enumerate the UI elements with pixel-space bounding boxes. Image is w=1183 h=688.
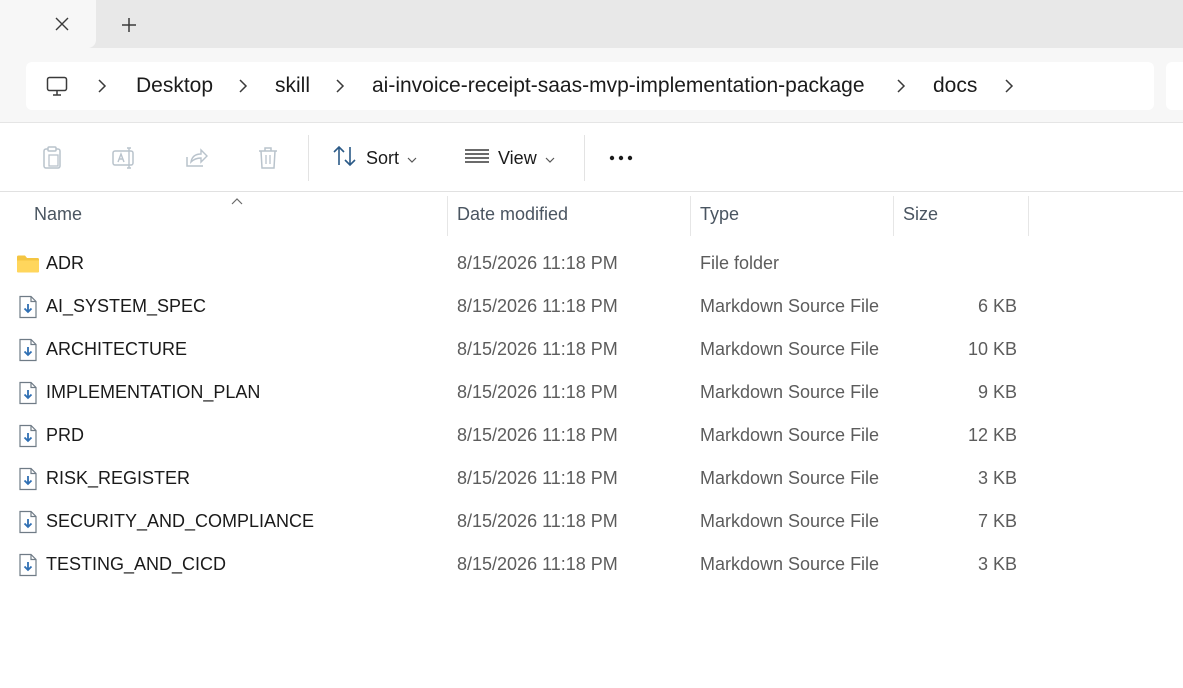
chevron-down-icon <box>407 148 417 169</box>
file-type: Markdown Source File <box>700 382 880 402</box>
file-date: 8/15/2026 11:18 PM <box>457 468 618 488</box>
file-type: Markdown Source File <box>700 339 880 359</box>
file-date: 8/15/2026 11:18 PM <box>457 425 618 445</box>
file-name: IMPLEMENTATION_PLAN <box>46 382 261 402</box>
chevron-right-icon[interactable] <box>235 78 251 94</box>
sort-button[interactable]: Sort <box>332 141 417 175</box>
chevron-right-icon[interactable] <box>1001 78 1017 94</box>
file-type: Markdown Source File <box>700 296 880 316</box>
close-icon[interactable] <box>50 12 74 36</box>
file-date: 8/15/2026 11:18 PM <box>457 554 618 574</box>
column-header-type[interactable]: Type <box>700 192 739 236</box>
file-type: File folder <box>700 253 780 273</box>
list-item[interactable]: RISK_REGISTER 8/15/2026 11:18 PM Markdow… <box>0 457 1183 500</box>
folder-icon <box>16 252 40 276</box>
file-name: PRD <box>46 425 85 445</box>
column-divider[interactable] <box>447 196 448 236</box>
list-item[interactable]: AI_SYSTEM_SPEC 8/15/2026 11:18 PM Markdo… <box>0 285 1183 328</box>
address-area: Desktop skill ai-invoice-receipt-saas-mv… <box>0 48 1183 123</box>
file-name: TESTING_AND_CICD <box>46 554 227 574</box>
sort-icon <box>332 145 358 172</box>
plus-icon[interactable] <box>116 12 142 38</box>
list-item[interactable]: TESTING_AND_CICD 8/15/2026 11:18 PM Mark… <box>0 543 1183 586</box>
file-size <box>903 242 1017 285</box>
view-button[interactable]: View <box>464 141 555 175</box>
more-icon[interactable] <box>608 145 634 171</box>
file-date: 8/15/2026 11:18 PM <box>457 382 618 402</box>
markdown-file-icon <box>16 467 40 491</box>
file-type: Markdown Source File <box>700 425 880 445</box>
file-size: 3 KB <box>977 554 1017 574</box>
toolbar-divider <box>584 135 585 181</box>
file-size: 7 KB <box>977 511 1017 531</box>
list-item[interactable]: ARCHITECTURE 8/15/2026 11:18 PM Markdown… <box>0 328 1183 371</box>
tab-current[interactable] <box>0 0 96 48</box>
file-size: 6 KB <box>977 296 1017 316</box>
markdown-file-icon <box>16 295 40 319</box>
file-name: ARCHITECTURE <box>46 339 188 359</box>
tab-strip <box>0 0 1183 48</box>
crumb-package[interactable]: ai-invoice-receipt-saas-mvp-implementati… <box>372 62 865 110</box>
crumb-desktop[interactable]: Desktop <box>136 62 213 110</box>
list-item[interactable]: ADR 8/15/2026 11:18 PM File folder <box>0 242 1183 285</box>
column-divider[interactable] <box>1028 196 1029 236</box>
file-size: 10 KB <box>967 339 1017 359</box>
search-box[interactable] <box>1166 62 1183 110</box>
file-size: 9 KB <box>977 382 1017 402</box>
column-header-date[interactable]: Date modified <box>457 192 568 236</box>
file-date: 8/15/2026 11:18 PM <box>457 511 618 531</box>
markdown-file-icon <box>16 338 40 362</box>
sort-label: Sort <box>366 147 400 168</box>
column-header-size[interactable]: Size <box>903 192 938 236</box>
file-name: SECURITY_AND_COMPLIANCE <box>46 511 315 531</box>
file-type: Markdown Source File <box>700 554 880 574</box>
chevron-down-icon <box>545 148 555 169</box>
file-name: RISK_REGISTER <box>46 468 191 488</box>
file-type: Markdown Source File <box>700 468 880 488</box>
column-header-name[interactable]: Name <box>34 192 82 236</box>
file-date: 8/15/2026 11:18 PM <box>457 339 618 359</box>
toolbar-divider <box>308 135 309 181</box>
markdown-file-icon <box>16 381 40 405</box>
view-label: View <box>498 147 537 168</box>
file-date: 8/15/2026 11:18 PM <box>457 253 618 273</box>
share-icon[interactable] <box>183 145 209 171</box>
delete-icon[interactable] <box>255 145 281 171</box>
column-divider[interactable] <box>893 196 894 236</box>
breadcrumb[interactable]: Desktop skill ai-invoice-receipt-saas-mv… <box>26 62 1154 110</box>
markdown-file-icon <box>16 424 40 448</box>
markdown-file-icon <box>16 510 40 534</box>
file-name: AI_SYSTEM_SPEC <box>46 296 207 316</box>
chevron-right-icon[interactable] <box>94 78 110 94</box>
file-type: Markdown Source File <box>700 511 880 531</box>
rename-icon[interactable] <box>111 145 137 171</box>
markdown-file-icon <box>16 553 40 577</box>
column-divider[interactable] <box>690 196 691 236</box>
list-item[interactable]: PRD 8/15/2026 11:18 PM Markdown Source F… <box>0 414 1183 457</box>
this-pc-icon[interactable] <box>45 74 69 98</box>
list-item[interactable]: SECURITY_AND_COMPLIANCE 8/15/2026 11:18 … <box>0 500 1183 543</box>
list-item[interactable]: IMPLEMENTATION_PLAN 8/15/2026 11:18 PM M… <box>0 371 1183 414</box>
paste-icon[interactable] <box>39 145 65 171</box>
view-list-icon <box>464 145 490 172</box>
column-header-row: Name Date modified Type Size <box>0 192 1183 236</box>
file-name: ADR <box>46 253 85 273</box>
file-size: 12 KB <box>967 425 1017 445</box>
chevron-right-icon[interactable] <box>893 78 909 94</box>
file-date: 8/15/2026 11:18 PM <box>457 296 618 316</box>
file-size: 3 KB <box>977 468 1017 488</box>
crumb-skill[interactable]: skill <box>275 62 310 110</box>
crumb-docs[interactable]: docs <box>933 62 977 110</box>
chevron-right-icon[interactable] <box>332 78 348 94</box>
command-bar: Sort View <box>0 123 1183 192</box>
